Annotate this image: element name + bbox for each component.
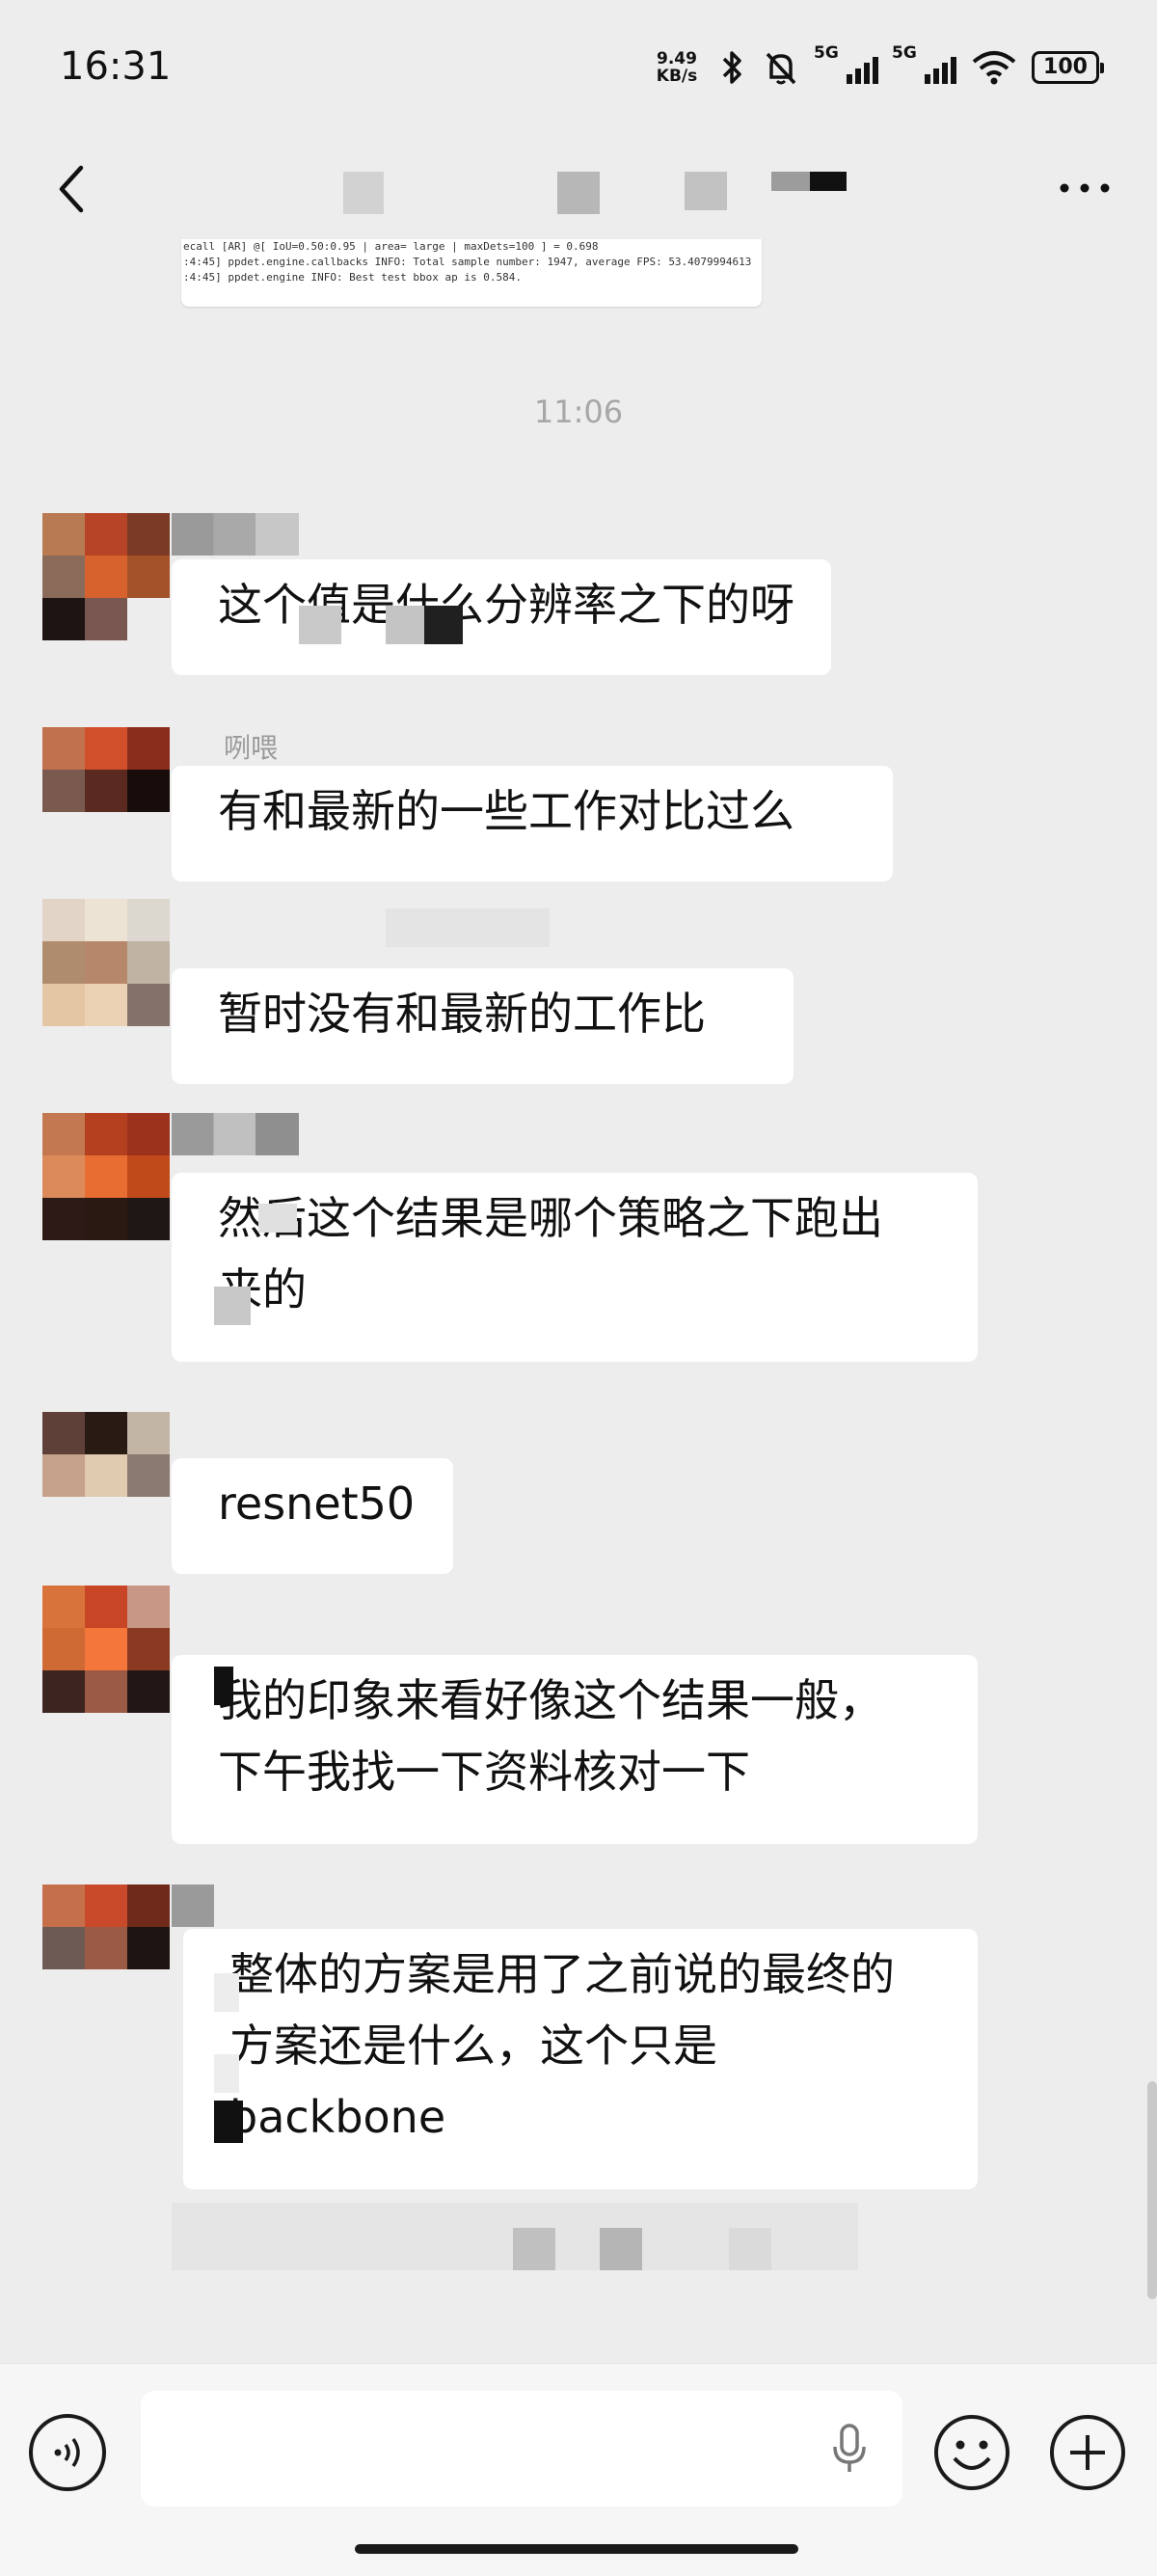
avatar[interactable] [42, 1412, 170, 1497]
wifi-icon [972, 51, 1016, 85]
network-speed-value: 9.49 [657, 49, 697, 68]
log-line: ecall [AR] @[ IoU=0.50:0.95 | area= larg… [183, 240, 599, 253]
message-bubble[interactable]: 暂时没有和最新的工作比 [172, 968, 794, 1084]
sender-name: 咧喂 [224, 732, 279, 764]
message-bubble[interactable]: resnet50 [172, 1458, 453, 1574]
emoji-icon[interactable] [931, 2412, 1012, 2493]
bluetooth-icon [722, 51, 741, 84]
message-bubble[interactable]: 有和最新的一些工作对比过么 [172, 766, 893, 881]
network-speed-unit: KB/s [656, 67, 698, 86]
log-line: :4:45] ppdet.engine INFO: Best test bbox… [183, 271, 522, 284]
avatar[interactable] [42, 1113, 170, 1240]
log-line: :4:45] ppdet.engine.callbacks INFO: Tota… [183, 256, 752, 268]
redacted-name [172, 513, 299, 556]
mic-icon[interactable] [825, 2420, 874, 2478]
status-bar: 16:31 9.49 KB/s 5G 5G 100 [0, 0, 1157, 135]
redacted-name [172, 1885, 214, 1927]
signal-sim2-icon: 5G [892, 43, 956, 84]
redacted-name [172, 1113, 299, 1155]
time-divider: 11:06 [533, 393, 624, 430]
avatar[interactable] [42, 727, 170, 812]
avatar[interactable] [42, 513, 170, 640]
avatar[interactable] [42, 1885, 170, 1969]
avatar[interactable] [42, 1586, 170, 1713]
status-time: 16:31 [60, 44, 172, 89]
avatar[interactable] [42, 899, 170, 1026]
scrollbar[interactable] [1147, 2081, 1157, 2299]
add-icon[interactable] [1047, 2412, 1128, 2493]
redacted-chat-title [289, 172, 868, 214]
message-input[interactable] [141, 2391, 902, 2507]
status-icons: 9.49 KB/s 5G 5G 100 [652, 42, 1104, 93]
message-bubble[interactable]: 我的印象来看好像这个结果一般， 下午我找一下资料核对一下 [172, 1655, 978, 1844]
back-arrow-icon[interactable] [46, 160, 104, 218]
message-bubble[interactable]: 整体的方案是用了之前说的最终的 方案还是什么，这个只是 backbone [183, 1929, 978, 2189]
mute-bell-icon [766, 52, 796, 85]
message-bubble[interactable]: 然后这个结果是哪个策略之下跑出 来的 [172, 1173, 978, 1362]
redacted-content [172, 2203, 858, 2270]
home-indicator[interactable] [355, 2544, 798, 2554]
log-screenshot-image[interactable]: ecall [AR] @[ IoU=0.50:0.95 | area= larg… [181, 239, 762, 307]
more-dots-icon[interactable] [1051, 164, 1118, 212]
battery-icon: 100 [1032, 51, 1104, 84]
voice-icon[interactable] [29, 2414, 106, 2491]
network-speed: 9.49 KB/s [652, 50, 702, 85]
message-bubble[interactable]: 这个值是什么分辨率之下的呀 [172, 559, 831, 675]
signal-sim1-icon: 5G [814, 43, 878, 84]
